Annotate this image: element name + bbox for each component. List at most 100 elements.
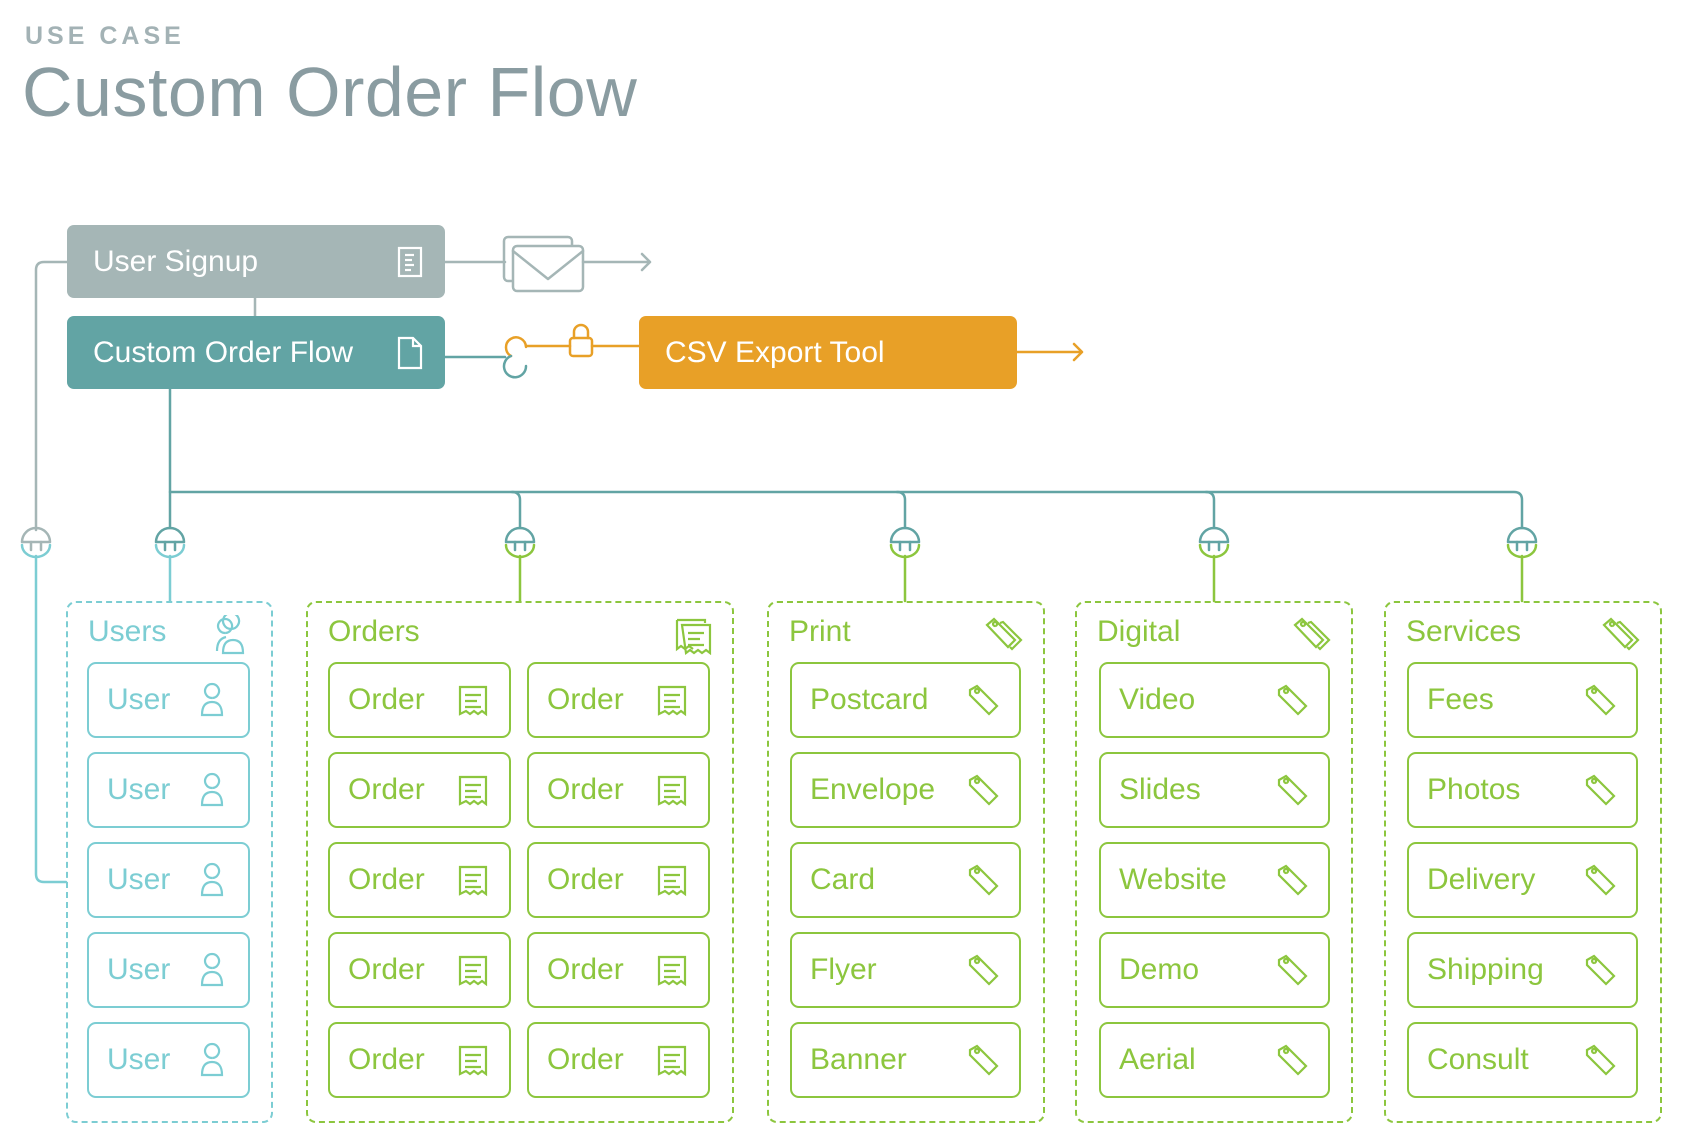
list-item[interactable]: Delivery [1407,842,1638,918]
item-label: Demo [1119,953,1200,986]
item-label: Website [1119,863,1227,896]
plug-icon [504,526,536,559]
list-item[interactable]: Shipping [1407,932,1638,1008]
group-title: Digital [1097,615,1181,648]
user-signup-node[interactable]: User Signup [67,225,445,298]
signup-users-line [34,260,69,532]
user-signup-label: User Signup [93,244,259,278]
list-item[interactable]: Website [1099,842,1330,918]
list-item[interactable]: User [87,932,250,1008]
group-title: Print [789,615,851,648]
tags-icon [1602,617,1640,651]
group-title: Orders [328,615,420,648]
item-label: Photos [1427,773,1521,806]
item-label: Order [547,863,624,896]
plug-icon [154,526,186,559]
item-label: User [107,773,171,806]
item-label: Order [348,953,425,986]
tag-icon [1277,684,1308,716]
list-item[interactable]: Slides [1099,752,1330,828]
list-item[interactable]: Fees [1407,662,1638,738]
list-item[interactable]: User [87,842,250,918]
list-item[interactable]: Order [328,1022,511,1098]
tags-icon [1293,617,1331,651]
list-item[interactable]: Order [328,662,511,738]
tag-icon [1585,684,1616,716]
list-item[interactable]: Photos [1407,752,1638,828]
list-item[interactable]: Envelope [790,752,1021,828]
plug-icon [889,526,921,559]
tags-icon [985,617,1023,651]
item-label: Order [348,1043,425,1076]
users-icon [215,615,245,655]
csv-export-tool-node[interactable]: CSV Export Tool [639,316,1017,389]
item-label: Banner [810,1043,907,1076]
list-item[interactable]: User [87,662,250,738]
custom-order-flow-node[interactable]: Custom Order Flow [67,316,445,389]
csv-arrow [1015,342,1084,362]
item-label: User [107,1043,171,1076]
list-item[interactable]: Banner [790,1022,1021,1098]
user-icon [200,682,224,717]
list-item[interactable]: User [87,752,250,828]
list-item[interactable]: Order [527,842,710,918]
list-item[interactable]: Order [527,1022,710,1098]
plug-icon [20,526,52,559]
list-item[interactable]: Aerial [1099,1022,1330,1098]
tag-icon [968,684,999,716]
list-item[interactable]: Order [527,752,710,828]
item-label: Aerial [1119,1043,1196,1076]
list-item[interactable]: Order [328,932,511,1008]
list-item[interactable]: Demo [1099,932,1330,1008]
tag-icon [968,774,999,806]
user-icon [200,772,224,807]
item-label: Order [547,683,624,716]
tag-icon [1277,774,1308,806]
item-label: Shipping [1427,953,1544,986]
document-lines-icon [397,246,423,277]
signup-users-line-lower [34,554,68,884]
item-label: Slides [1119,773,1201,806]
list-item[interactable]: Flyer [790,932,1021,1008]
tag-icon [968,864,999,896]
lock-icon [568,323,594,358]
group-title: Services [1406,615,1522,648]
receipt-icon [458,685,488,717]
list-item[interactable]: User [87,1022,250,1098]
item-label: User [107,863,171,896]
item-label: Order [547,773,624,806]
list-item[interactable]: Order [328,752,511,828]
item-label: Video [1119,683,1196,716]
item-label: Order [348,773,425,806]
user-icon [200,1042,224,1077]
tag-icon [1277,864,1308,896]
tag-icon [1585,864,1616,896]
envelope-icon [502,235,585,293]
tag-icon [968,954,999,986]
item-label: Consult [1427,1043,1529,1076]
item-label: Postcard [810,683,929,716]
list-item[interactable]: Order [328,842,511,918]
list-item[interactable]: Postcard [790,662,1021,738]
item-label: Flyer [810,953,877,986]
tag-icon [1585,774,1616,806]
receipt-icon [657,1045,687,1077]
csv-export-tool-label: CSV Export Tool [665,335,885,369]
receipt-icon [657,775,687,807]
list-item[interactable]: Order [527,932,710,1008]
user-icon [200,862,224,897]
custom-order-flow-label: Custom Order Flow [93,335,354,369]
item-label: User [107,953,171,986]
list-item[interactable]: Consult [1407,1022,1638,1098]
list-item[interactable]: Order [527,662,710,738]
list-item[interactable]: Card [790,842,1021,918]
item-label: Order [547,1043,624,1076]
receipt-icon [458,865,488,897]
list-item[interactable]: Video [1099,662,1330,738]
item-label: Fees [1427,683,1494,716]
tag-icon [1277,1044,1308,1076]
receipt-icon [458,1045,488,1077]
receipt-icon [657,865,687,897]
receipt-icon [657,685,687,717]
item-label: Order [348,863,425,896]
